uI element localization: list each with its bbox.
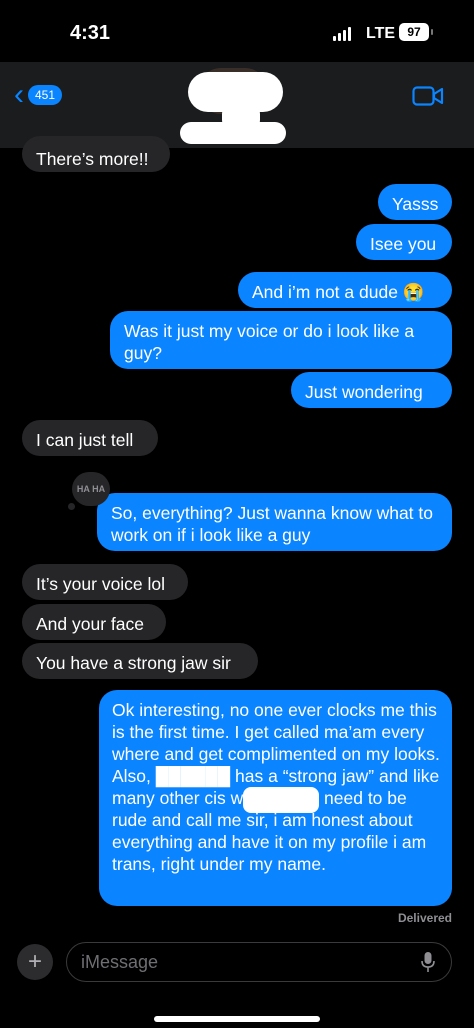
add-attachment-button[interactable]: + [17, 944, 53, 980]
message-bubble-incoming[interactable]: It’s your voice lol [22, 564, 188, 600]
message-bubble-incoming[interactable]: You have a strong jaw sir [22, 643, 258, 679]
message-bubble-outgoing[interactable]: So, everything? Just wanna know what to … [97, 493, 452, 551]
haha-tapback-icon[interactable]: HA HA [68, 472, 110, 510]
message-bubble-outgoing[interactable]: Just wondering [291, 372, 452, 408]
back-button[interactable]: ‹ 451 [14, 78, 63, 111]
unread-count-badge: 451 [28, 85, 63, 105]
facetime-video-icon[interactable] [412, 85, 444, 112]
cellular-signal-icon [333, 27, 351, 41]
plus-icon: + [27, 948, 42, 975]
message-list[interactable]: There’s more!! Yasss Isee you And i’m no… [0, 136, 474, 940]
home-indicator[interactable] [154, 1016, 320, 1022]
message-bubble-outgoing[interactable]: Isee you [356, 224, 452, 260]
battery-level: 97 [407, 25, 421, 39]
message-bubble-outgoing[interactable]: Yasss [378, 184, 452, 220]
message-bubble-outgoing[interactable]: Was it just my voice or do i look like a… [110, 311, 452, 369]
redaction-mark [243, 787, 319, 813]
message-input[interactable]: iMessage [66, 942, 452, 982]
message-input-placeholder: iMessage [81, 952, 159, 972]
message-bubble-incoming[interactable]: And your face [22, 604, 166, 640]
microphone-icon[interactable] [421, 951, 435, 978]
message-bubble-incoming[interactable]: I can just tell [22, 420, 158, 456]
chevron-left-icon: ‹ [14, 78, 24, 111]
battery-icon: 97 [399, 23, 433, 41]
status-bar: 4:31 LTE 97 [0, 0, 474, 62]
message-bubble-outgoing[interactable]: And i’m not a dude 😭 [238, 272, 452, 308]
contact-avatar[interactable] [180, 66, 288, 144]
message-bubble-incoming[interactable]: There’s more!! [22, 136, 170, 172]
clock: 4:31 [70, 22, 111, 44]
delivered-status: Delivered [397, 911, 452, 925]
redaction-mark [180, 122, 286, 144]
network-type: LTE [366, 25, 396, 42]
